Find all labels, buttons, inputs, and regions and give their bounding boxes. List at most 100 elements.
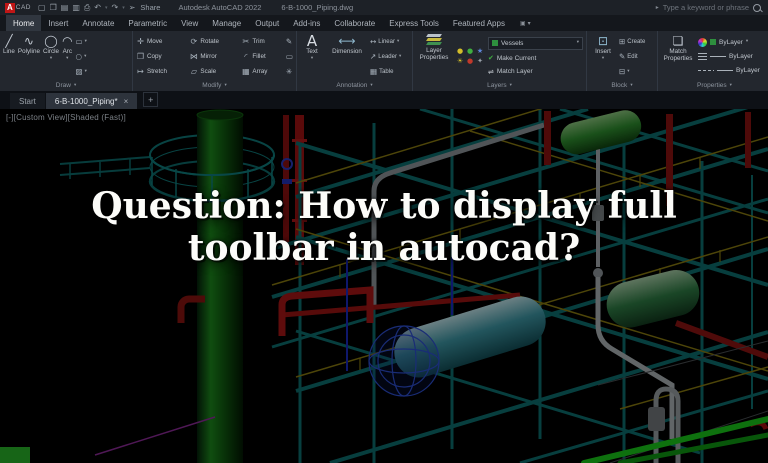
tab-view[interactable]: View bbox=[174, 15, 205, 31]
leader-label: Leader bbox=[378, 53, 397, 60]
share-icon[interactable]: ➢ bbox=[129, 3, 136, 12]
linear-button[interactable]: ↔ Linear ▾ bbox=[370, 37, 409, 46]
ribbon-collapse-button[interactable]: ▣ ▾ bbox=[512, 15, 539, 31]
panel-annotation: A Text ▾ ⟷ Dimension ↔ Linear ▾ ↗ Leader… bbox=[297, 31, 413, 91]
autocad-logo[interactable]: A CAD bbox=[5, 2, 32, 13]
table-button[interactable]: ▦ Table bbox=[370, 67, 409, 76]
fillet-button[interactable]: ◜ Fillet bbox=[241, 52, 283, 61]
lineweight-control[interactable]: ByLayer bbox=[698, 52, 768, 62]
undo-icon[interactable]: ↶ bbox=[94, 3, 101, 12]
layer-select[interactable]: Vessels ▾ bbox=[488, 36, 583, 50]
drawing-viewport[interactable]: [-][Custom View][Shaded (Fast)] Question… bbox=[0, 109, 768, 463]
circle-button[interactable]: ◯ Circle ▾ bbox=[43, 33, 59, 80]
panel-label-draw[interactable]: Draw ▾ bbox=[0, 80, 132, 91]
explode-button[interactable]: ✳ bbox=[286, 67, 293, 76]
new-file-icon[interactable]: ▢ bbox=[38, 3, 46, 12]
hatch-button[interactable]: ▨ ▾ bbox=[76, 67, 87, 76]
scale-button[interactable]: ▱ Scale bbox=[189, 67, 234, 76]
match-layer-icon: ⇌ bbox=[488, 67, 494, 76]
trim-button[interactable]: ✂ Trim bbox=[241, 37, 283, 46]
rotate-button[interactable]: ⟳ Rotate bbox=[189, 37, 234, 46]
scale-icon: ▱ bbox=[190, 67, 197, 76]
plot-icon[interactable]: ⎙ bbox=[84, 3, 90, 12]
tab-express-tools[interactable]: Express Tools bbox=[382, 15, 446, 31]
layer-color-swatch bbox=[492, 40, 498, 46]
search-icon[interactable] bbox=[753, 3, 761, 12]
panel-label-properties[interactable]: Properties ▾ bbox=[658, 80, 768, 91]
autocad-logo-cad: CAD bbox=[15, 4, 32, 11]
file-tab-document[interactable]: 6-B-1000_Piping* × bbox=[45, 93, 138, 109]
search-box[interactable]: ▸ Type a keyword or phrase bbox=[656, 3, 763, 12]
circle-icon: ◯ bbox=[44, 34, 58, 48]
edit-label: Edit bbox=[627, 53, 638, 60]
array-button[interactable]: ▦ Array bbox=[241, 67, 283, 76]
move-button[interactable]: ✛ Move bbox=[136, 37, 182, 46]
layer-off-icon[interactable]: ● bbox=[467, 58, 473, 65]
file-tab-start[interactable]: Start bbox=[10, 93, 45, 109]
chevron-down-icon: ▾ bbox=[398, 53, 402, 59]
block-panel-title: Block bbox=[611, 82, 628, 89]
ellipse-button[interactable]: ○ ▾ bbox=[76, 52, 87, 61]
linetype-sample bbox=[717, 70, 733, 72]
rectangle-button[interactable]: ▭ ▾ bbox=[75, 36, 87, 46]
save-icon[interactable]: ▤ bbox=[61, 3, 69, 12]
make-current-button[interactable]: ✔ Make Current bbox=[488, 53, 583, 63]
close-icon[interactable]: × bbox=[124, 97, 129, 106]
block-attributes-button[interactable]: ⊟ ▾ bbox=[619, 67, 654, 76]
new-drawing-tab-button[interactable]: + bbox=[143, 92, 159, 107]
viewport-controls[interactable]: [-][Custom View][Shaded (Fast)] bbox=[6, 113, 126, 122]
stretch-button[interactable]: ↦ Stretch bbox=[136, 67, 182, 76]
polyline-button[interactable]: ∿ Polyline bbox=[18, 33, 40, 80]
layer-freeze-icon[interactable]: ☀ bbox=[457, 58, 463, 65]
tab-featured-apps[interactable]: Featured Apps bbox=[446, 15, 512, 31]
copy-button[interactable]: ❐ Copy bbox=[136, 52, 182, 61]
tab-collaborate[interactable]: Collaborate bbox=[327, 15, 382, 31]
panel-label-layers[interactable]: Layers ▾ bbox=[413, 80, 586, 91]
leader-button[interactable]: ↗ Leader ▾ bbox=[370, 52, 409, 61]
tab-home[interactable]: Home bbox=[6, 15, 42, 31]
edit-block-button[interactable]: ✎ Edit bbox=[619, 52, 654, 61]
dimension-button[interactable]: ⟷ Dimension bbox=[327, 33, 367, 80]
redo-icon[interactable]: ↷ bbox=[112, 3, 119, 12]
panel-label-block[interactable]: Block ▾ bbox=[587, 80, 657, 91]
chevron-down-icon: ▾ bbox=[84, 38, 87, 44]
match-layer-button[interactable]: ⇌ Match Layer bbox=[488, 67, 583, 77]
eraser-button[interactable]: ▭ bbox=[286, 52, 293, 61]
rectangle-icon: ▭ bbox=[75, 36, 83, 46]
layer-thaw-icon[interactable]: ● bbox=[467, 48, 473, 55]
tab-add-ins[interactable]: Add-ins bbox=[286, 15, 327, 31]
tab-parametric[interactable]: Parametric bbox=[121, 15, 174, 31]
create-block-button[interactable]: ⊞ Create bbox=[619, 37, 654, 46]
text-button[interactable]: A Text ▾ bbox=[300, 33, 324, 80]
layer-lock-icon[interactable]: ✦ bbox=[477, 58, 483, 65]
layer-properties-button[interactable]: Layer Properties bbox=[416, 33, 452, 80]
match-properties-button[interactable]: ❏ Match Properties bbox=[661, 33, 695, 80]
mirror-button[interactable]: ⋈ Mirror bbox=[189, 52, 234, 61]
tab-manage[interactable]: Manage bbox=[205, 15, 248, 31]
layer-on-icon[interactable]: ● bbox=[457, 48, 463, 55]
text-icon: A bbox=[306, 32, 318, 50]
insert-button[interactable]: ⊡ Insert ▾ bbox=[590, 33, 616, 80]
copy-icon: ❐ bbox=[136, 52, 145, 61]
panel-label-annotation[interactable]: Annotation ▾ bbox=[297, 80, 412, 91]
erase-button[interactable]: ✎ bbox=[286, 37, 293, 46]
linetype-control[interactable]: ByLayer bbox=[698, 66, 768, 76]
dimension-label: Dimension bbox=[332, 48, 362, 55]
line-icon: ╱ bbox=[5, 34, 13, 48]
share-button[interactable]: Share bbox=[140, 3, 160, 12]
tab-annotate[interactable]: Annotate bbox=[75, 15, 121, 31]
undo-dropdown-icon[interactable]: ▾ bbox=[105, 5, 108, 11]
redo-dropdown-icon[interactable]: ▾ bbox=[122, 5, 125, 11]
chevron-down-icon: ▾ bbox=[745, 39, 749, 45]
open-folder-icon[interactable]: ❒ bbox=[50, 3, 57, 12]
panel-draw: ╱ Line ∿ Polyline ◯ Circle ▾ ◠ Arc ▾ ▭ ▾… bbox=[0, 31, 133, 91]
panel-label-modify[interactable]: Modify ▾ bbox=[133, 80, 296, 91]
tab-output[interactable]: Output bbox=[248, 15, 286, 31]
object-color-control[interactable]: ByLayer ▾ bbox=[698, 37, 768, 47]
save-as-icon[interactable]: ▥ bbox=[72, 3, 80, 12]
line-button[interactable]: ╱ Line bbox=[3, 33, 15, 80]
tab-insert[interactable]: Insert bbox=[41, 15, 75, 31]
layer-new-icon[interactable]: ★ bbox=[477, 48, 483, 55]
dark-overlay bbox=[0, 109, 768, 463]
arc-button[interactable]: ◠ Arc ▾ bbox=[62, 33, 72, 80]
